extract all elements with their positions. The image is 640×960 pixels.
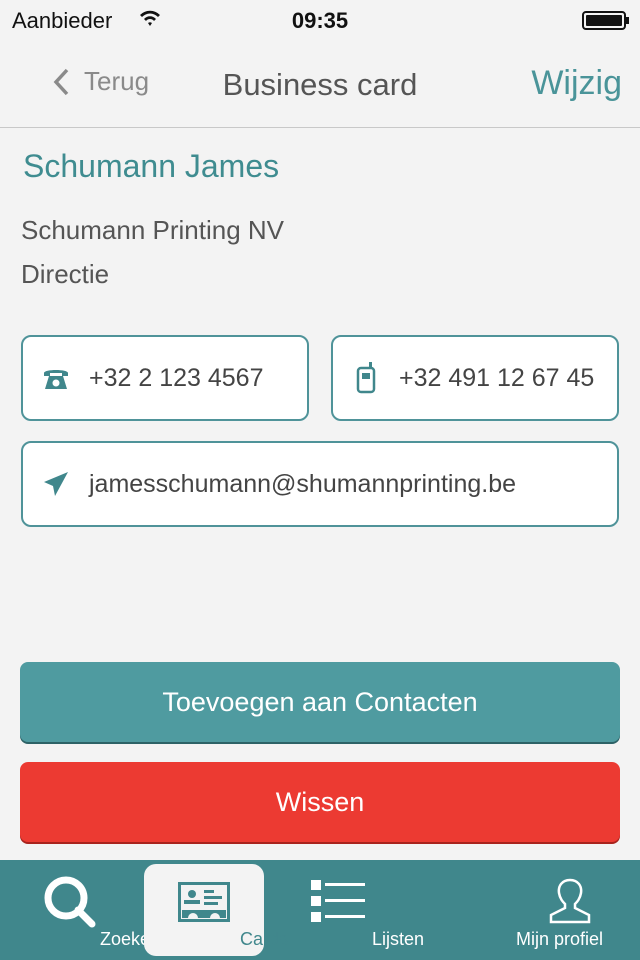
phone-field[interactable]: +32 2 123 4567 — [21, 335, 309, 421]
add-to-contacts-button[interactable]: Toevoegen aan Contacten — [20, 662, 620, 742]
status-bar: Aanbieder 09:35 — [0, 0, 640, 40]
navigation-bar: Terug Business card Wijzig — [0, 40, 640, 128]
delete-button[interactable]: Wissen — [20, 762, 620, 842]
tab-label: Mijn profiel — [516, 929, 604, 949]
tab-lijsten[interactable]: Lijsten — [278, 864, 424, 956]
tab-zoeken[interactable]: Zoeken — [10, 864, 160, 956]
tab-label: Lijsten — [371, 929, 425, 949]
telephone-icon — [23, 366, 89, 390]
mobile-phone-icon — [333, 362, 399, 394]
email-field[interactable]: jamesschumann@shumannprinting.be — [21, 441, 619, 527]
edit-button[interactable]: Wijzig — [531, 64, 622, 103]
email-address: jamesschumann@shumannprinting.be — [89, 469, 517, 498]
clock: 09:35 — [291, 8, 349, 33]
list-icon — [278, 878, 398, 924]
tab-mijn-profiel[interactable]: Mijn profiel — [510, 864, 630, 956]
battery-icon — [582, 11, 629, 30]
job-role: Directie — [21, 259, 110, 289]
card-icon — [144, 882, 264, 922]
mobile-number: +32 491 12 67 45 — [399, 363, 595, 392]
search-icon — [10, 874, 130, 930]
mobile-field[interactable]: +32 491 12 67 45 — [331, 335, 619, 421]
tab-bar: Zoeken Cards Lijsten Mijn profiel — [0, 860, 640, 960]
send-icon — [23, 471, 89, 497]
contact-name: Schumann James — [23, 148, 280, 184]
user-icon — [510, 878, 630, 924]
phone-number: +32 2 123 4567 — [89, 363, 264, 392]
tab-cards[interactable]: Cards — [144, 864, 288, 956]
company-name: Schumann Printing NV — [21, 215, 285, 245]
